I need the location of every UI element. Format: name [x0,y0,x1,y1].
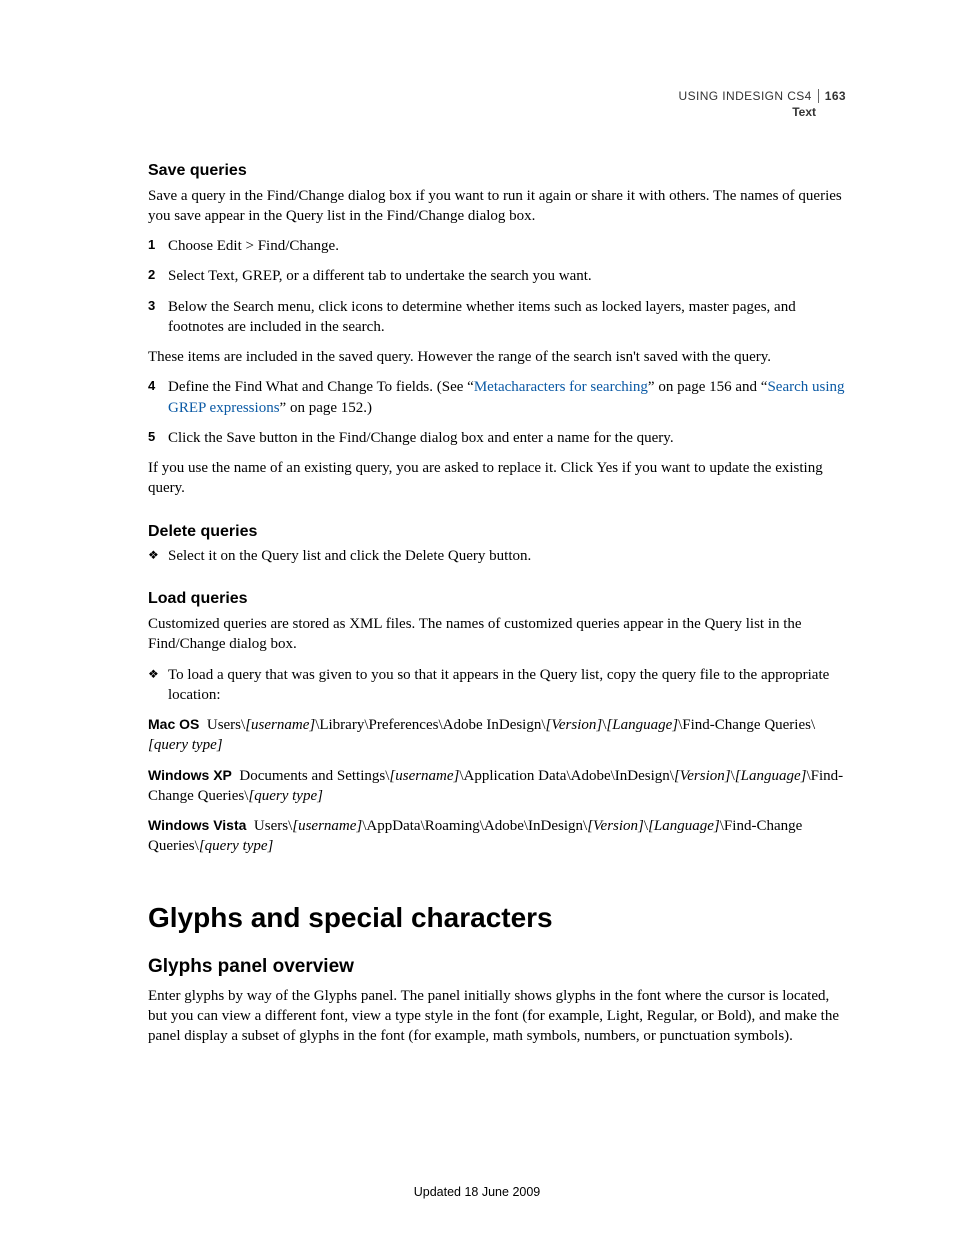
save-queries-steps: 1Choose Edit > Find/Change. 2Select Text… [148,236,846,337]
path-winxp: Windows XP Documents and Settings\[usern… [148,766,846,807]
page-content: Save queries Save a query in the Find/Ch… [148,160,846,1047]
page-footer: Updated 18 June 2009 [0,1185,954,1199]
step-text: Choose Edit > Find/Change. [168,238,339,254]
heading-delete-queries: Delete queries [148,521,846,543]
label-winxp: Windows XP [148,767,232,783]
running-header: USING INDESIGN CS4 163 Text [679,88,846,120]
path-macos: Mac OS Users\[username]\Library\Preferen… [148,715,846,756]
step-4: 4 Define the Find What and Change To fie… [148,377,846,418]
load-queries-intro: Customized queries are stored as XML fil… [148,614,846,655]
label-macos: Mac OS [148,716,199,732]
header-section: Text [679,104,846,120]
delete-queries-bullet: Select it on the Query list and click th… [148,546,846,566]
load-queries-bullet: To load a query that was given to you so… [148,665,846,706]
load-queries-list: To load a query that was given to you so… [148,665,846,706]
step-1: 1Choose Edit > Find/Change. [148,236,846,256]
step-text: Define the Find What and Change To field… [168,379,845,415]
heading-glyphs: Glyphs and special characters [148,899,846,937]
header-product: USING INDESIGN CS4 [679,89,812,103]
step-5: 5Click the Save button in the Find/Chang… [148,428,846,448]
page-number: 163 [818,89,846,103]
label-winvista: Windows Vista [148,817,246,833]
heading-save-queries: Save queries [148,160,846,182]
save-queries-steps-cont: 4 Define the Find What and Change To fie… [148,377,846,448]
delete-queries-list: Select it on the Query list and click th… [148,546,846,566]
step-2: 2Select Text, GREP, or a different tab t… [148,266,846,286]
heading-glyphs-overview: Glyphs panel overview [148,954,846,980]
step-text: Click the Save button in the Find/Change… [168,430,674,446]
step-text: Below the Search menu, click icons to de… [168,299,796,335]
document-page: USING INDESIGN CS4 163 Text Save queries … [0,0,954,1235]
path-winvista: Windows Vista Users\[username]\AppData\R… [148,816,846,857]
glyphs-overview-para: Enter glyphs by way of the Glyphs panel.… [148,986,846,1047]
save-queries-note: These items are included in the saved qu… [148,347,846,367]
heading-load-queries: Load queries [148,588,846,610]
save-queries-intro: Save a query in the Find/Change dialog b… [148,186,846,227]
link-metacharacters[interactable]: Metacharacters for searching [474,379,648,395]
save-queries-closing: If you use the name of an existing query… [148,458,846,499]
step-3: 3Below the Search menu, click icons to d… [148,297,846,338]
step-text: Select Text, GREP, or a different tab to… [168,268,592,284]
